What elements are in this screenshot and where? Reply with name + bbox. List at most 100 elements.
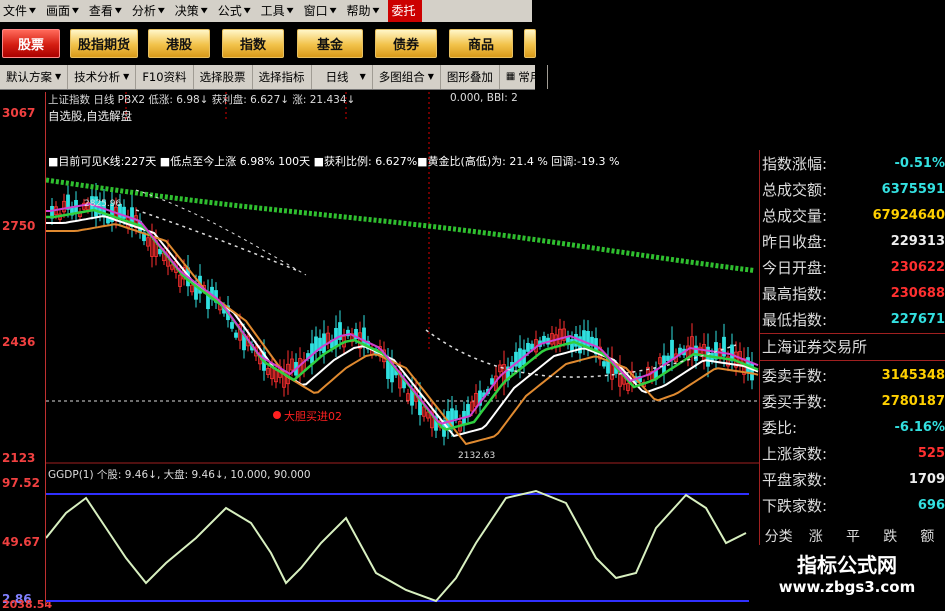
menu-help[interactable]: 帮助▼ [344,0,387,22]
stat-label: 最低指数: [762,309,827,330]
multi-chart-dropdown[interactable]: 多图组合▼ [373,65,441,89]
stat-row: 委买手数: 2780187 [762,388,945,414]
chevron-down-icon: ▼ [244,2,251,20]
menu-label: 窗口 [304,0,328,22]
index-button[interactable]: 指数 [222,29,284,58]
candle-body [667,356,670,360]
candle-body [387,361,390,379]
menu-decision[interactable]: 决策▼ [172,0,215,22]
indicator-axis-label: 97.52 [2,476,40,490]
candle-body [527,343,530,351]
stat-label: 指数涨幅: [762,153,827,174]
stat-row: 下跌家数: 696 [762,492,945,518]
tool-label: 默认方案 [6,65,52,89]
stat-label: 昨日收盘: [762,231,827,252]
chevron-down-icon: ▼ [360,65,366,89]
stat-label: 总成交量: [762,205,827,226]
buy-signal-label: 大胆买进02 [284,409,342,423]
candle-body [603,362,606,366]
menu-view[interactable]: 查看▼ [86,0,129,22]
f10-button[interactable]: F10资料 [136,65,193,89]
stat-value: 6375591 [882,182,945,197]
panel-divider [760,360,945,361]
overlay-button[interactable]: 图形叠加 [441,65,500,89]
menu-label: 工具 [261,0,285,22]
watermark: 指标公式网 www.zbgs3.com [749,545,945,609]
candle-body [491,379,494,385]
tool-label: 常用 [518,65,541,89]
stat-value: 1709 [909,472,945,487]
tech-analysis-dropdown[interactable]: 技术分析▼ [68,65,136,89]
more-button[interactable] [524,29,536,58]
menu-label: 帮助 [347,0,371,22]
menu-bar: 文件▼ 画面▼ 查看▼ 分析▼ 决策▼ 公式▼ 工具▼ 窗口▼ 帮助▼ 委托 [0,0,532,23]
candle-body [467,404,470,415]
stat-value: 230688 [891,286,945,301]
stat-value: 230622 [891,260,945,275]
candle-body [235,333,238,337]
stat-label: 下跌家数: [762,495,827,516]
menu-screen[interactable]: 画面▼ [43,0,86,22]
menu-trade[interactable]: 委托 [388,0,422,22]
price-chart[interactable]: 大胆买进02 2825.96 2132.63 [46,90,759,465]
tool-label: 技术分析 [74,65,120,89]
common-button[interactable]: ▦常用 [500,65,548,89]
indicator-axis-label: 49.67 [2,535,40,549]
stat-label: 最高指数: [762,283,827,304]
select-stock-button[interactable]: 选择股票 [194,65,253,89]
bottom-value: 2038.54 [2,598,52,611]
chevron-down-icon: ▼ [287,2,294,20]
fund-button[interactable]: 基金 [297,29,363,58]
white-ma-line [46,216,758,436]
stat-row: 指数涨幅:-0.51% [762,150,945,176]
chevron-down-icon: ▼ [158,2,165,20]
menu-tools[interactable]: 工具▼ [258,0,301,22]
chevron-down-icon: ▼ [72,2,79,20]
menu-label: 决策 [175,0,199,22]
menu-analysis[interactable]: 分析▼ [129,0,172,22]
index-futures-button[interactable]: 股指期货 [70,29,138,58]
stat-label: 总成交额: [762,179,827,200]
price-axis-label: 2436 [2,335,35,349]
default-scheme-dropdown[interactable]: 默认方案▼ [0,65,68,89]
tool-label: 图形叠加 [447,65,493,89]
stat-label: 上涨家数: [762,443,827,464]
candlestick-series [51,183,754,445]
menu-window[interactable]: 窗口▼ [301,0,344,22]
price-axis [0,92,46,607]
commodity-button[interactable]: 商品 [449,29,513,58]
chevron-down-icon: ▼ [55,65,61,89]
market-stats-panel: 指数涨幅:-0.51% 总成交额: 6375591 总成交量: 67924640 昨日收盘… [759,150,945,609]
market-button-bar: 股票 股指期货 港股 指数 基金 债券 商品 [0,22,532,65]
select-indicator-button[interactable]: 选择指标 [253,65,312,89]
stat-value: 229313 [891,234,945,249]
period-dropdown[interactable]: 日线▼ [312,65,373,89]
candle-body [323,334,326,353]
price-axis-label: 2123 [2,451,35,465]
menu-label: 画面 [46,0,70,22]
stat-label: 委买手数: [762,391,827,412]
buy-signal-icon [273,411,281,419]
indicator-chart[interactable] [46,480,749,609]
stat-value: 2780187 [882,394,945,409]
menu-formula[interactable]: 公式▼ [215,0,258,22]
stat-label: 平盘家数: [762,469,827,490]
menu-file[interactable]: 文件▼ [0,0,43,22]
menu-label: 文件 [3,0,27,22]
tool-label: 选择股票 [200,65,246,89]
stat-label: 委比: [762,417,797,438]
bond-button[interactable]: 债券 [375,29,437,58]
stat-value: 227671 [891,312,945,327]
stat-value: -6.16% [895,420,945,435]
oscillator-line [46,491,746,601]
stock-button[interactable]: 股票 [2,29,60,58]
stat-label: 委卖手数: [762,365,827,386]
stat-value: 696 [918,498,945,513]
stat-row: 今日开盘:230622 [762,254,945,280]
hk-stock-button[interactable]: 港股 [148,29,210,58]
candle-body [587,331,590,347]
stat-row: 总成交量: 67924640 [762,202,945,228]
menu-label: 查看 [89,0,113,22]
stat-value: 67924640 [873,208,945,223]
menu-label: 公式 [218,0,242,22]
